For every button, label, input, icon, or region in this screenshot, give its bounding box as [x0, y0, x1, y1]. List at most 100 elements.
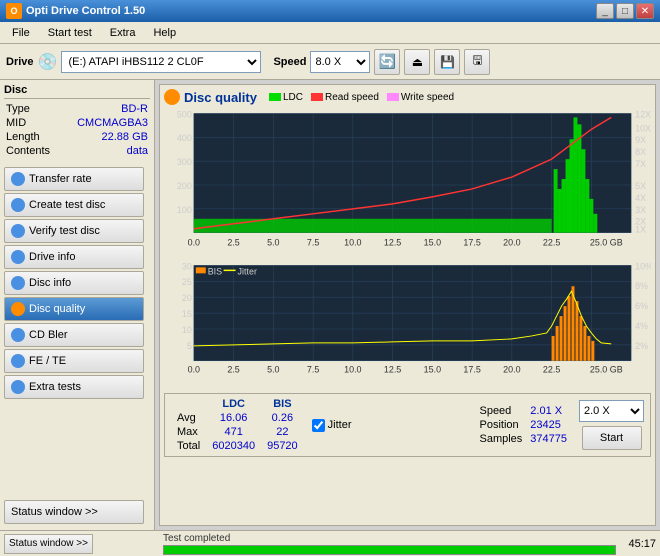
sidebar-item-create-test-disc[interactable]: Create test disc: [4, 193, 144, 217]
refresh-button[interactable]: 🔄: [374, 49, 400, 75]
speed-select[interactable]: 8.0 X: [310, 51, 370, 73]
fe-te-icon: [11, 354, 25, 368]
svg-text:7.5: 7.5: [307, 238, 319, 248]
toolbar: Drive 💿 (E:) ATAPI iHBS112 2 CL0F Speed …: [0, 44, 660, 80]
drive-select[interactable]: (E:) ATAPI iHBS112 2 CL0F: [61, 51, 261, 73]
max-label: Max: [171, 425, 206, 439]
svg-text:12X: 12X: [635, 109, 651, 119]
disc-contents-val: data: [127, 145, 148, 157]
status-left-section: Status window >>: [4, 534, 159, 554]
menu-file[interactable]: File: [4, 25, 38, 41]
svg-text:22.5: 22.5: [543, 238, 560, 248]
jitter-checkbox[interactable]: [312, 419, 325, 432]
write-speed-legend-label: Write speed: [401, 92, 454, 103]
app-icon: O: [6, 3, 22, 19]
stats-area: LDC BIS Avg 16.06 0.26 Max 471 22 Tota: [164, 393, 651, 457]
svg-text:17.5: 17.5: [463, 365, 480, 375]
svg-text:12.5: 12.5: [384, 365, 401, 375]
disc-quality-label: Disc quality: [29, 303, 85, 315]
position-val: 23425: [526, 418, 571, 432]
title-bar: O Opti Drive Control 1.50 _ □ ✕: [0, 0, 660, 22]
svg-text:200: 200: [177, 181, 192, 191]
disc-quality-icon: [11, 302, 25, 316]
svg-text:25.0 GB: 25.0 GB: [590, 238, 623, 248]
svg-text:5.0: 5.0: [267, 365, 279, 375]
svg-text:25: 25: [182, 277, 192, 287]
svg-text:0.0: 0.0: [188, 238, 200, 248]
sidebar-item-transfer-rate[interactable]: Transfer rate: [4, 167, 144, 191]
sidebar-item-extra-tests[interactable]: Extra tests: [4, 375, 144, 399]
sidebar-item-verify-test-disc[interactable]: Verify test disc: [4, 219, 144, 243]
chart-legend: LDC Read speed Write speed: [269, 92, 454, 103]
disc-contents-key: Contents: [6, 145, 50, 157]
svg-text:3X: 3X: [635, 205, 646, 215]
svg-text:10: 10: [182, 325, 192, 335]
sidebar-item-drive-info[interactable]: Drive info: [4, 245, 144, 269]
speed-stat-label: Speed: [475, 404, 526, 418]
media-button[interactable]: 💾: [434, 49, 460, 75]
disc-contents-row: Contents data: [4, 145, 150, 157]
samples-label: Samples: [475, 432, 526, 446]
progress-bar-background: [163, 545, 616, 555]
main-area: Disc Type BD-R MID CMCMAGBA3 Length 22.8…: [0, 80, 660, 530]
status-window-button[interactable]: Status window >>: [4, 500, 144, 524]
speed-position-table: Speed 2.01 X Position 23425 Samples 3747…: [475, 404, 571, 446]
minimize-button[interactable]: _: [596, 3, 614, 19]
sidebar-item-disc-info[interactable]: Disc info: [4, 271, 144, 295]
disc-info-label: Disc info: [29, 277, 71, 289]
menu-help[interactable]: Help: [145, 25, 184, 41]
menu-extra[interactable]: Extra: [102, 25, 144, 41]
speed-row: Speed 2.01 X: [475, 404, 571, 418]
quality-speed-select[interactable]: 2.0 X: [579, 400, 644, 422]
svg-text:5.0: 5.0: [267, 238, 279, 248]
write-speed-color-swatch: [387, 93, 399, 101]
position-label: Position: [475, 418, 526, 432]
svg-text:0.0: 0.0: [188, 365, 200, 375]
status-window-bar-button[interactable]: Status window >>: [4, 534, 93, 554]
disc-quality-panel: Disc quality LDC Read speed Write speed: [159, 84, 656, 526]
svg-text:100: 100: [177, 205, 192, 215]
close-button[interactable]: ✕: [636, 3, 654, 19]
disc-info-section: Disc Type BD-R MID CMCMAGBA3 Length 22.8…: [4, 84, 150, 159]
avg-ldc: 16.06: [206, 411, 261, 425]
menu-start-test[interactable]: Start test: [40, 25, 100, 41]
svg-text:5: 5: [187, 341, 192, 351]
svg-text:25.0 GB: 25.0 GB: [590, 365, 623, 375]
create-test-disc-icon: [11, 198, 25, 212]
maximize-button[interactable]: □: [616, 3, 634, 19]
save-button[interactable]: 🖫: [464, 49, 490, 75]
svg-text:15: 15: [182, 309, 192, 319]
sidebar-item-cd-bler[interactable]: CD Bler: [4, 323, 144, 347]
disc-info-icon: [11, 276, 25, 290]
total-bis: 95720: [261, 439, 304, 453]
speed-select-start-area: 2.0 X Start: [579, 400, 644, 450]
sidebar-item-fe-te[interactable]: FE / TE: [4, 349, 144, 373]
top-chart: 500 400 300 200 100 12X 10X 9X 8X 7X 5X …: [164, 109, 651, 257]
samples-row: Samples 374775: [475, 432, 571, 446]
verify-test-disc-icon: [11, 224, 25, 238]
jitter-check-container: Jitter: [312, 419, 352, 432]
svg-text:7.5: 7.5: [307, 365, 319, 375]
start-button[interactable]: Start: [582, 426, 642, 450]
legend-read-speed: Read speed: [311, 92, 379, 103]
avg-label: Avg: [171, 411, 206, 425]
max-bis: 22: [261, 425, 304, 439]
bottom-chart: 30 25 20 15 10 5 10% 8% 6% 4% 2% BI: [164, 261, 651, 391]
svg-text:400: 400: [177, 133, 192, 143]
svg-text:15.0: 15.0: [424, 238, 441, 248]
svg-text:10%: 10%: [635, 261, 651, 271]
eject-button[interactable]: ⏏: [404, 49, 430, 75]
stats-table: LDC BIS Avg 16.06 0.26 Max 471 22 Tota: [171, 397, 304, 453]
svg-text:30: 30: [182, 261, 192, 271]
svg-text:4X: 4X: [635, 193, 646, 203]
verify-test-disc-label: Verify test disc: [29, 225, 100, 237]
drive-info-label: Drive info: [29, 251, 75, 263]
menu-bar: File Start test Extra Help: [0, 22, 660, 44]
time-display: 45:17: [628, 538, 656, 550]
transfer-rate-icon: [11, 172, 25, 186]
sidebar: Disc Type BD-R MID CMCMAGBA3 Length 22.8…: [0, 80, 155, 530]
window-title: Opti Drive Control 1.50: [26, 5, 145, 17]
svg-text:22.5: 22.5: [543, 365, 560, 375]
disc-quality-header: Disc quality LDC Read speed Write speed: [164, 89, 651, 105]
sidebar-item-disc-quality[interactable]: Disc quality: [4, 297, 144, 321]
